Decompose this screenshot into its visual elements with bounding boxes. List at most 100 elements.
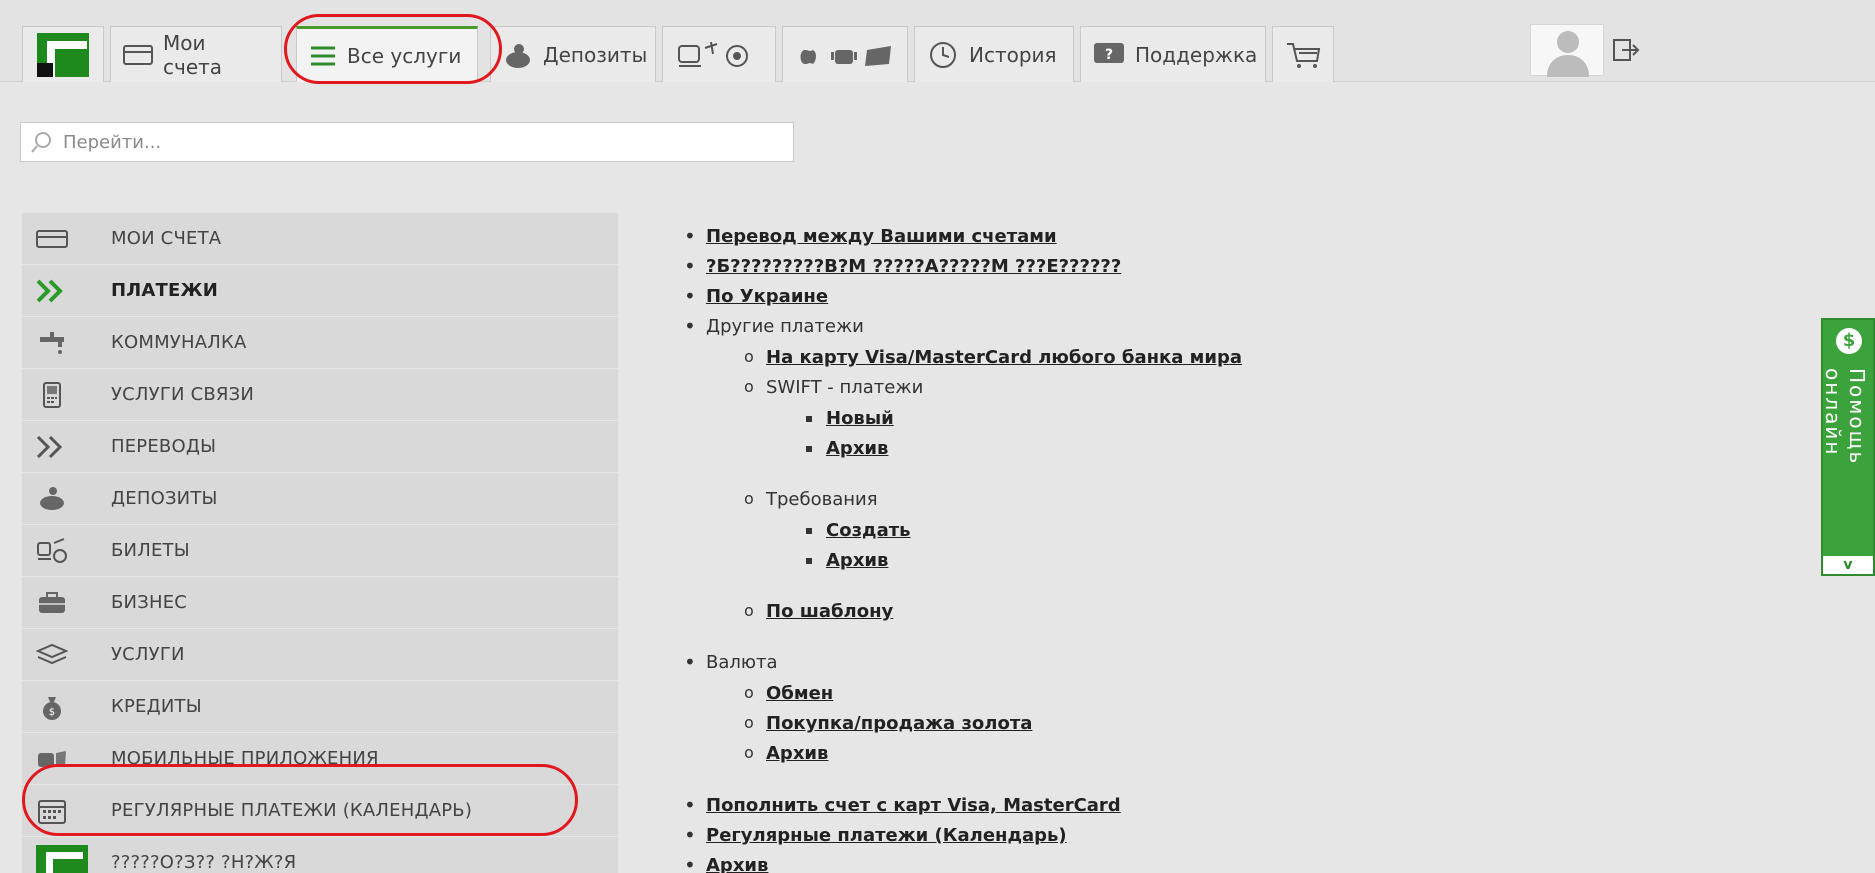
list-item[interactable]: Новый xyxy=(806,408,894,429)
double-chevron-icon xyxy=(36,279,63,303)
list-item[interactable]: Обмен xyxy=(744,683,833,704)
services-icon xyxy=(36,643,68,665)
privatbank-logo-icon xyxy=(37,32,89,77)
list-item: Валюта xyxy=(684,650,777,674)
tickets-icon xyxy=(678,41,748,67)
list-item[interactable]: ?Б?????????В?М ?????А?????М ???Е?????? xyxy=(684,254,1121,278)
sidebar-item-transfers[interactable]: ПЕРЕВОДЫ xyxy=(22,421,618,472)
sidebar-item-label: УСЛУГИ СВЯЗИ xyxy=(111,384,255,405)
double-chevron-icon xyxy=(36,435,63,459)
sidebar-item-payments[interactable]: ПЛАТЕЖИ xyxy=(22,265,618,316)
link-swift-new[interactable]: Новый xyxy=(826,408,894,429)
list-item: Другие платежи xyxy=(684,314,864,338)
tab-label: Депозиты xyxy=(543,42,648,67)
link-archive[interactable]: Архив xyxy=(706,855,768,873)
tab-cart[interactable] xyxy=(1272,26,1334,82)
sidebar-item-regular-payments[interactable]: РЕГУЛЯРНЫЕ ПЛАТЕЖИ (КАЛЕНДАРЬ) xyxy=(22,785,618,836)
sidebar-item-credits[interactable]: $ КРЕДИТЫ xyxy=(22,681,618,732)
sidebar-item-deposits[interactable]: ДЕПОЗИТЫ xyxy=(22,473,618,524)
search-input[interactable] xyxy=(63,131,763,153)
logout-icon[interactable] xyxy=(1612,38,1640,62)
list-item[interactable]: По Украине xyxy=(684,284,828,308)
sidebar-item-business[interactable]: БИЗНЕС xyxy=(22,577,618,628)
phone-icon xyxy=(43,382,61,408)
sidebar-item-mobile-apps[interactable]: МОБИЛЬНЫЕ ПРИЛОЖЕНИЯ xyxy=(22,733,618,784)
sidebar-item-my-accounts[interactable]: МОИ СЧЕТА xyxy=(22,213,618,264)
online-help-tab[interactable]: $ Помощь онлайн v xyxy=(1821,318,1875,576)
link-by-template[interactable]: По шаблону xyxy=(766,601,893,622)
sidebar-item-label: КОММУНАЛКА xyxy=(111,332,247,353)
user-avatar[interactable] xyxy=(1530,24,1604,77)
bank-logo-icon xyxy=(36,845,88,873)
link-gold[interactable]: Покупка/продажа золота xyxy=(766,713,1032,734)
list-item[interactable]: Пополнить счет с карт Visa, MasterCard xyxy=(684,793,1121,817)
tab-label: Мои счета xyxy=(163,30,223,79)
piggy-icon xyxy=(40,487,64,510)
tab-deposits[interactable]: Депозиты xyxy=(490,26,656,82)
link-topup[interactable]: Пополнить счет с карт Visa, MasterCard xyxy=(706,795,1121,816)
link-regular-payments[interactable]: Регулярные платежи (Календарь) xyxy=(706,825,1067,846)
svg-text:$: $ xyxy=(49,707,56,718)
sidebar-item-label: ДЕПОЗИТЫ xyxy=(111,488,218,509)
list-item[interactable]: По шаблону xyxy=(744,601,893,622)
tab-mobile-apps[interactable] xyxy=(782,26,908,82)
history-icon xyxy=(930,41,956,68)
list-item[interactable]: На карту Visa/MasterCard любого банка ми… xyxy=(744,347,1242,368)
link-transfer-between-accounts[interactable]: Перевод между Вашими счетами xyxy=(706,226,1057,247)
briefcase-icon xyxy=(39,592,65,613)
list-item[interactable]: Создать xyxy=(806,520,911,541)
list-item: SWIFT - платежи xyxy=(744,377,923,398)
mobile-apps-icon xyxy=(38,751,66,767)
link-currency-archive[interactable]: Архив xyxy=(766,743,828,764)
list-item[interactable]: Архив xyxy=(684,853,769,873)
tab-tickets[interactable] xyxy=(662,26,776,82)
tab-history[interactable]: История xyxy=(914,26,1074,82)
piggy-icon xyxy=(506,43,530,68)
support-icon: ? xyxy=(1094,42,1124,63)
search-box[interactable] xyxy=(20,122,794,162)
svg-text:?: ? xyxy=(1105,47,1113,63)
tab-all-services[interactable]: Все услуги xyxy=(296,26,478,82)
card-icon xyxy=(36,230,68,248)
sidebar-item-bank-other[interactable]: ?????О?З?? ?Н?Ж?Я xyxy=(22,837,618,873)
sidebar-item-services[interactable]: УСЛУГИ xyxy=(22,629,618,680)
list-item[interactable]: Архив xyxy=(805,550,888,571)
list-icon xyxy=(311,46,335,65)
home-logo-tab[interactable] xyxy=(22,26,104,82)
list-item[interactable]: Покупка/продажа золота xyxy=(744,713,1032,734)
calendar-icon xyxy=(38,800,66,824)
faucet-icon xyxy=(40,332,64,354)
cart-icon xyxy=(1287,42,1321,68)
sidebar-item-label: КРЕДИТЫ xyxy=(111,696,202,717)
sidebar-item-label: ПЛАТЕЖИ xyxy=(111,280,219,301)
list-item[interactable]: Архив xyxy=(744,743,829,764)
link-visa-card[interactable]: На карту Visa/MasterCard любого банка ми… xyxy=(766,347,1242,368)
link-ukraine[interactable]: По Украине xyxy=(706,286,828,307)
sidebar-item-tickets[interactable]: БИЛЕТЫ xyxy=(22,525,618,576)
sidebar-item-label: БИЗНЕС xyxy=(111,592,188,613)
sidebar-item-label: ?????О?З?? ?Н?Ж?Я xyxy=(111,852,297,873)
sidebar-item-label: ПЕРЕВОДЫ xyxy=(111,436,217,457)
tab-my-accounts[interactable]: Мои счета xyxy=(110,26,282,82)
list-item[interactable]: Архив xyxy=(805,438,888,459)
link-garbled[interactable]: ?Б?????????В?М ?????А?????М ???Е?????? xyxy=(706,256,1121,277)
list-item[interactable]: Перевод между Вашими счетами xyxy=(684,224,1057,248)
sidebar-item-label: БИЛЕТЫ xyxy=(111,540,190,561)
sidebar-item-utilities[interactable]: КОММУНАЛКА xyxy=(22,317,618,368)
tab-support[interactable]: ? Поддержка xyxy=(1080,26,1266,82)
mobile-apps-icon xyxy=(800,45,891,66)
tickets-icon xyxy=(37,538,67,563)
list-item[interactable]: Регулярные платежи (Календарь) xyxy=(684,823,1067,847)
tab-label: Поддержка xyxy=(1135,42,1258,67)
link-requirement-archive[interactable]: Архив xyxy=(826,550,888,571)
services-sidebar: МОИ СЧЕТА ПЛАТЕЖИ КОММУНАЛКА УСЛУГИ СВЯЗ… xyxy=(22,213,618,873)
tab-label: История xyxy=(969,42,1057,67)
dollar-chat-icon: $ xyxy=(1836,328,1862,354)
link-swift-archive[interactable]: Архив xyxy=(826,438,888,459)
sidebar-item-telecom[interactable]: УСЛУГИ СВЯЗИ xyxy=(22,369,618,420)
link-requirement-create[interactable]: Создать xyxy=(826,520,911,541)
sidebar-item-label: МОБИЛЬНЫЕ ПРИЛОЖЕНИЯ xyxy=(111,748,379,769)
collapse-toggle[interactable]: v xyxy=(1823,556,1873,574)
link-exchange[interactable]: Обмен xyxy=(766,683,833,704)
help-label: Помощь онлайн xyxy=(1821,368,1869,466)
